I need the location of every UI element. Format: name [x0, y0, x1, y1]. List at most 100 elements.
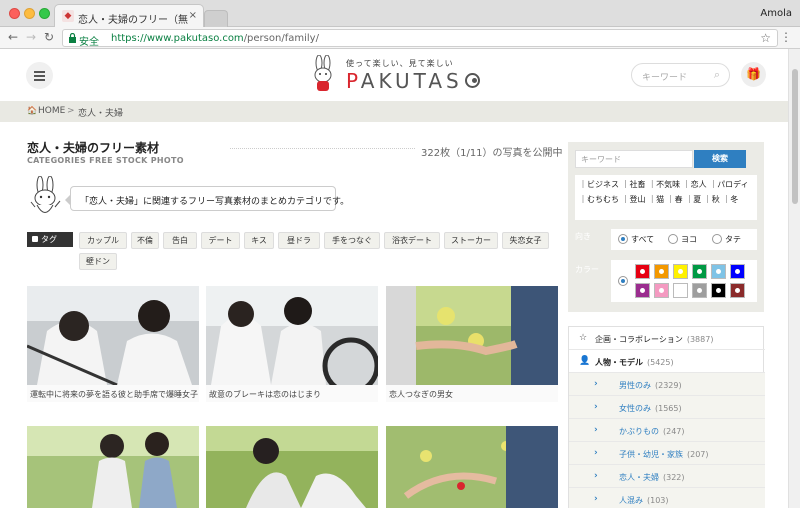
subcategory-item[interactable]: › 男性のみ (2329)	[569, 373, 765, 396]
photo-card[interactable]	[27, 426, 199, 508]
category-item[interactable]: ☆ 企画・コラボレーション (3887)	[569, 327, 765, 350]
url-text: https://www.pakutaso.com/person/family/	[111, 33, 319, 44]
photo-image	[206, 426, 378, 508]
tag-link[interactable]: 浴衣デート	[384, 232, 440, 249]
subcategory-item[interactable]: › 子供・幼児・家族 (207)	[569, 442, 765, 465]
subcategory-item[interactable]: › かぶりもの (247)	[569, 419, 765, 442]
hamburger-line-icon	[34, 75, 45, 77]
category-label: 企画・コラボレーション (3887)	[595, 334, 713, 345]
color-swatch-orange[interactable]	[654, 264, 669, 279]
subcategory-name: かぶりもの	[619, 427, 659, 436]
gift-icon[interactable]: 🎁	[741, 62, 766, 87]
tag-link[interactable]: 告白	[163, 232, 197, 249]
new-tab-button[interactable]	[204, 10, 228, 27]
home-icon: 🏠	[27, 106, 37, 115]
color-swatch-brown[interactable]	[730, 283, 745, 298]
quick-cat-link[interactable]: 恋人	[691, 180, 707, 189]
site-logo[interactable]: PAKUTAS	[346, 69, 463, 93]
color-swatch-black[interactable]	[711, 283, 726, 298]
zoom-window-button[interactable]	[39, 8, 50, 19]
subcategory-item[interactable]: › 女性のみ (1565)	[569, 396, 765, 419]
color-swatch-white[interactable]	[673, 283, 688, 298]
quick-cat-link[interactable]: 春	[675, 195, 683, 204]
quick-cat-link[interactable]: むちむち	[587, 195, 619, 204]
photo-caption: 故意のブレーキは恋のはじまり	[206, 385, 378, 402]
direction-all-label[interactable]: すべて	[631, 234, 654, 245]
color-swatch-lightblue[interactable]	[711, 264, 726, 279]
direction-horizontal-label[interactable]: ヨコ	[681, 234, 697, 245]
color-swatch-green[interactable]	[692, 264, 707, 279]
direction-all-radio[interactable]	[618, 234, 628, 244]
tag-link[interactable]: 失恋女子	[502, 232, 549, 249]
quick-cat-link[interactable]: 登山	[630, 195, 646, 204]
page-subtitle: CATEGORIES FREE STOCK PHOTO	[27, 156, 184, 165]
breadcrumb-home-link[interactable]: HOME	[38, 106, 65, 116]
browser-menu-icon[interactable]: ⋮	[780, 30, 792, 44]
photo-card[interactable]: 故意のブレーキは恋のはじまり	[206, 286, 378, 402]
photo-card[interactable]: 運転中に将来の夢を語る彼と助手席で爆睡女子	[27, 286, 199, 402]
bookmark-star-icon[interactable]: ☆	[760, 31, 771, 45]
photo-card[interactable]	[206, 426, 378, 508]
forward-icon[interactable]: →	[26, 30, 36, 44]
direction-horizontal-radio[interactable]	[668, 234, 678, 244]
quick-cat-link[interactable]: 秋	[712, 195, 720, 204]
color-swatch-red[interactable]	[635, 264, 650, 279]
quick-cat-link[interactable]: 冬	[730, 195, 738, 204]
tag-link[interactable]: 昼ドラ	[278, 232, 320, 249]
quick-cat-link[interactable]: パロディ	[717, 180, 748, 189]
url-path: /person/family/	[243, 33, 319, 44]
photo-card[interactable]: 恋人つなぎの男女	[386, 286, 558, 402]
profile-name[interactable]: Amola	[760, 8, 792, 19]
hamburger-menu-button[interactable]	[26, 62, 53, 89]
color-swatch-purple[interactable]	[635, 283, 650, 298]
quick-cat-link[interactable]: 猫	[656, 195, 664, 204]
color-swatch-gray[interactable]	[692, 283, 707, 298]
close-window-button[interactable]	[9, 8, 20, 19]
header-search-input[interactable]: キーワード ⌕	[631, 63, 730, 87]
chevron-right-icon: ›	[594, 379, 598, 389]
url-bar[interactable]: 安全 https://www.pakutaso.com/person/famil…	[62, 29, 778, 48]
quick-cat-link[interactable]: ビジネス	[587, 180, 619, 189]
color-swatch-pink[interactable]	[654, 283, 669, 298]
tag-link[interactable]: ストーカー	[444, 232, 498, 249]
tag-link[interactable]: デート	[201, 232, 240, 249]
sidebar-search-button[interactable]: 検索	[694, 150, 746, 168]
quick-cat-link[interactable]: 夏	[693, 195, 701, 204]
tag-link[interactable]: 不倫	[131, 232, 159, 249]
photo-count: 322枚（1/11）の写真を公開中	[421, 148, 563, 159]
color-swatch-yellow[interactable]	[673, 264, 688, 279]
page-scrollbar[interactable]	[788, 49, 800, 508]
tab-close-icon[interactable]: ×	[189, 10, 197, 21]
quick-cat-link[interactable]: 不気味	[656, 180, 680, 189]
reload-icon[interactable]: ↻	[44, 30, 54, 44]
subcategory-item[interactable]: › 恋人・夫婦 (322)	[569, 465, 765, 488]
tag-icon	[32, 236, 38, 242]
color-swatch-blue[interactable]	[730, 264, 745, 279]
photo-card[interactable]	[386, 426, 558, 508]
direction-vertical-label[interactable]: タテ	[725, 234, 741, 245]
subcategory-item[interactable]: › 人混み (103)	[569, 488, 765, 508]
chevron-right-icon: ›	[594, 494, 598, 504]
minimize-window-button[interactable]	[24, 8, 35, 19]
scrollbar-thumb[interactable]	[792, 69, 798, 204]
browser-tab-active[interactable]: ◆ 恋人・夫婦のフリー（無料）写 ×	[54, 4, 204, 28]
tag-link[interactable]: 手をつなぐ	[324, 232, 380, 249]
quick-cat-link[interactable]: 社畜	[630, 180, 646, 189]
search-icon[interactable]: ⌕	[714, 68, 720, 82]
subcategory-label: 男性のみ (2329)	[619, 380, 682, 391]
tag-link[interactable]: キス	[244, 232, 274, 249]
quick-cat-sep: ｜	[703, 195, 712, 204]
color-all-radio[interactable]	[618, 276, 628, 286]
chevron-right-icon: ›	[594, 471, 598, 481]
quick-cat-sep: ｜	[648, 195, 657, 204]
tag-link[interactable]: カップル	[79, 232, 127, 249]
category-item[interactable]: 👤 人物・モデル (5425)	[569, 350, 765, 373]
direction-label: 向き	[575, 232, 591, 241]
sidebar-search-input[interactable]: キーワード	[575, 150, 693, 168]
quick-cat-sep: ｜	[709, 180, 718, 189]
category-name: 人物・モデル	[595, 358, 643, 367]
back-icon[interactable]: ←	[8, 30, 18, 44]
direction-vertical-radio[interactable]	[712, 234, 722, 244]
category-name: 企画・コラボレーション	[595, 335, 683, 344]
tag-link[interactable]: 壁ドン	[79, 253, 117, 270]
